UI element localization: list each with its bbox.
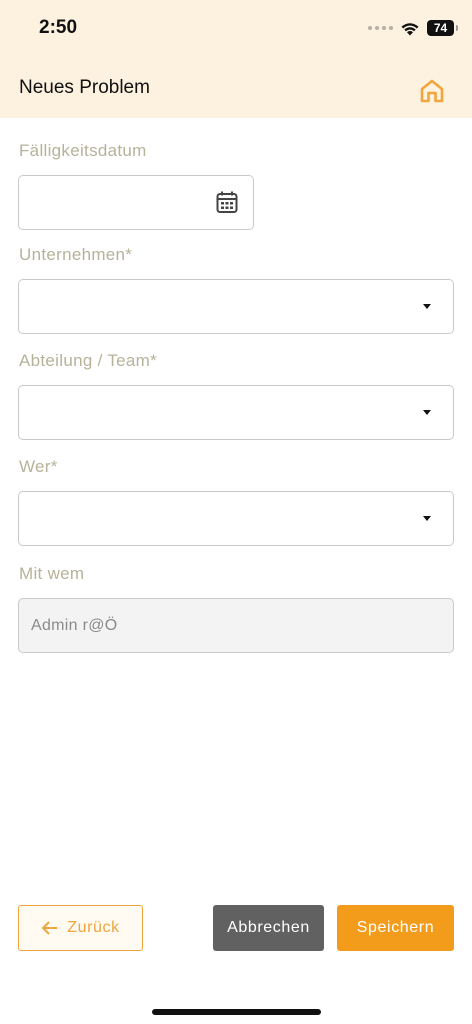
company-select[interactable] xyxy=(18,279,454,334)
cancel-button-label: Abbrechen xyxy=(227,919,310,936)
status-bar: 2:50 74 xyxy=(0,0,472,56)
with-whom-value: Admin r@Ö xyxy=(31,617,118,634)
department-label: Abteilung / Team* xyxy=(19,351,158,370)
who-label: Wer* xyxy=(19,457,58,476)
home-indicator[interactable] xyxy=(152,1009,321,1015)
app-header: Neues Problem xyxy=(0,56,472,118)
with-whom-label: Mit wem xyxy=(19,564,85,583)
company-label: Unternehmen* xyxy=(19,245,133,264)
save-button-label: Speichern xyxy=(356,919,435,936)
back-button[interactable]: Zurück xyxy=(18,905,143,951)
battery-level: 74 xyxy=(433,21,448,35)
with-whom-field: Admin r@Ö xyxy=(18,598,454,653)
page-title: Neues Problem xyxy=(19,77,150,98)
home-icon xyxy=(420,79,444,103)
due-date-label: Fälligkeitsdatum xyxy=(19,141,147,160)
chevron-down-icon xyxy=(423,516,431,521)
chevron-down-icon xyxy=(423,410,431,415)
back-button-label: Zurück xyxy=(67,919,120,936)
due-date-field[interactable] xyxy=(18,175,254,230)
arrow-left-icon xyxy=(41,921,58,935)
calendar-icon[interactable] xyxy=(216,190,238,214)
signal-dots-icon xyxy=(368,26,393,30)
status-time: 2:50 xyxy=(39,17,78,38)
battery-icon: 74 xyxy=(427,20,458,36)
status-icons: 74 xyxy=(368,18,458,38)
home-button[interactable] xyxy=(416,75,448,107)
who-select[interactable] xyxy=(18,491,454,546)
wifi-icon xyxy=(401,22,419,35)
save-button[interactable]: Speichern xyxy=(337,905,454,951)
department-select[interactable] xyxy=(18,385,454,440)
cancel-button[interactable]: Abbrechen xyxy=(213,905,324,951)
chevron-down-icon xyxy=(423,304,431,309)
